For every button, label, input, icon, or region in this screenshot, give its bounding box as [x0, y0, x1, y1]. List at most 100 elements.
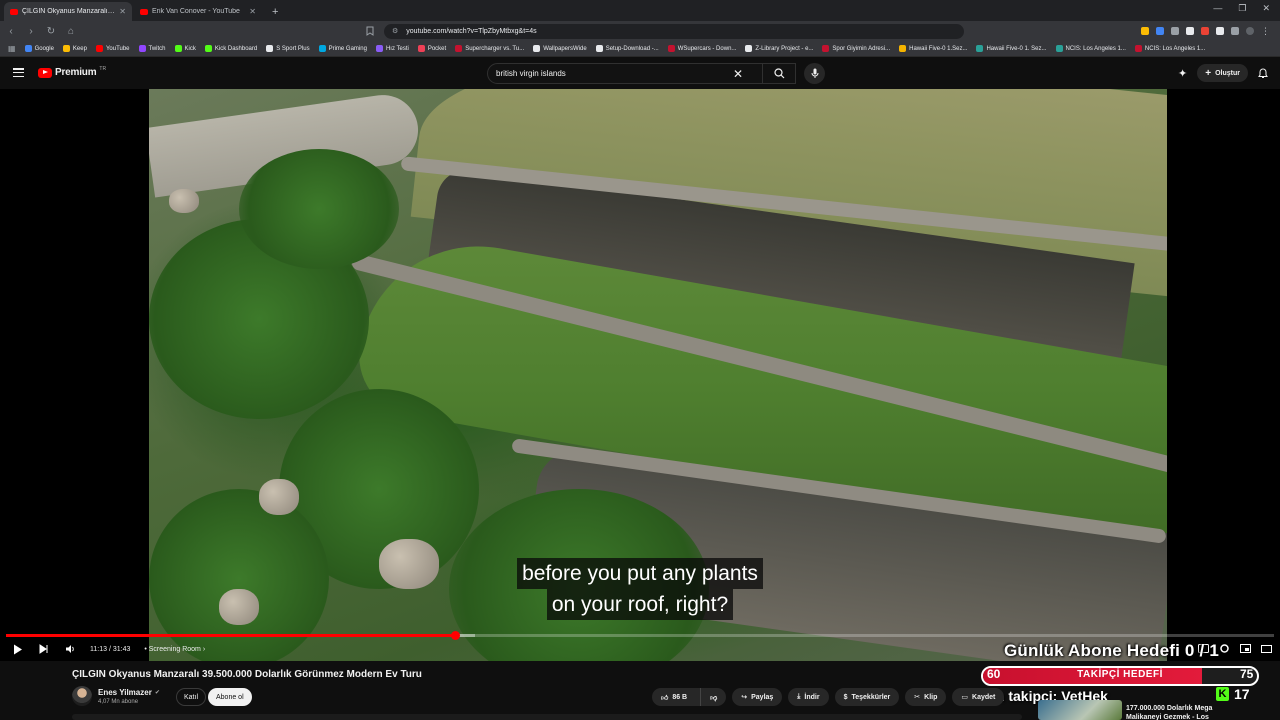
kick-count-value: 17 [1234, 686, 1250, 702]
search-input[interactable]: british virgin islands ✕ [487, 63, 796, 84]
related-video-thumbnail[interactable] [1038, 700, 1122, 720]
forward-icon[interactable]: › [26, 26, 36, 37]
reload-icon[interactable]: ↻ [46, 26, 56, 37]
like-dislike-group: 👍︎ 86 B 👎︎ [652, 688, 727, 706]
save-bookmark-icon: ▭ [961, 694, 969, 701]
apps-grid-icon[interactable]: ▦ [8, 44, 16, 53]
thumbs-up-icon: 👍︎ [661, 694, 669, 702]
join-button[interactable]: Katıl [176, 688, 207, 706]
bookmark-label: Kick [184, 45, 196, 52]
video-player[interactable]: before you put any plants on your roof, … [0, 89, 1280, 661]
extension-icon[interactable] [1201, 27, 1209, 35]
bookmark-item[interactable]: Hawaii Five-0 1. Sez... [976, 45, 1047, 52]
bookmark-favicon-icon [533, 45, 541, 52]
bookmark-item[interactable]: WSupercars - Down... [667, 45, 736, 52]
search-button[interactable] [762, 63, 796, 84]
subscriber-goal-title: Günlük Abone Hedefi 0 / 1 [1004, 641, 1220, 660]
extension-icon[interactable] [1186, 27, 1194, 35]
bookmark-icon[interactable] [366, 26, 374, 36]
kick-logo-icon: K [1216, 687, 1229, 701]
browser-toolbar: ‹ › ↻ ⌂ ⚙ youtube.com/watch?v=TlpZbyMtbx… [0, 21, 1280, 41]
new-tab-icon[interactable]: + [264, 6, 286, 21]
theater-mode-icon[interactable] [1261, 643, 1272, 654]
time-display: 11:13 / 31:43 [90, 645, 131, 653]
share-button[interactable]: ↪ Paylaş [732, 688, 783, 706]
channel-name[interactable]: Enes Yilmazer ✔ [98, 688, 160, 697]
clear-search-icon[interactable]: ✕ [733, 67, 743, 81]
browser-tab-active[interactable]: ÇILGIN Okyanus Manzaralı 39.5 ✕ [4, 2, 132, 21]
bookmark-item[interactable]: Z-Library Project - e... [745, 45, 813, 52]
bookmark-item[interactable]: Google [24, 45, 54, 52]
bookmark-item[interactable]: WallpapersWide [533, 45, 587, 52]
channel-avatar[interactable] [72, 686, 92, 706]
notifications-bell-icon[interactable] [1258, 67, 1268, 79]
tab-close-icon[interactable]: ✕ [249, 7, 256, 16]
puzzle-icon[interactable] [1231, 27, 1239, 35]
bookmark-item[interactable]: NCIS: Los Angeles 1... [1055, 45, 1126, 52]
minimize-icon[interactable]: — [1213, 3, 1222, 14]
maximize-icon[interactable]: ❐ [1238, 3, 1246, 14]
extension-icon[interactable] [1156, 27, 1164, 35]
menu-hamburger-icon[interactable] [13, 68, 24, 77]
address-bar[interactable]: ⚙ youtube.com/watch?v=TlpZbyMtbxg&t=4s [384, 23, 964, 39]
youtube-favicon-icon [10, 8, 18, 15]
related-video-title[interactable]: 177.000.000 Dolarlık Mega Malikaneyi Gez… [1126, 704, 1236, 720]
tab-close-icon[interactable]: ✕ [119, 7, 126, 16]
play-icon[interactable] [12, 643, 24, 655]
bookmark-favicon-icon [417, 45, 425, 52]
extension-icon[interactable] [1171, 27, 1179, 35]
bookmark-favicon-icon [24, 45, 32, 52]
bookmark-item[interactable]: Kick Dashboard [204, 45, 257, 52]
ai-sparkle-icon[interactable]: ✦ [1178, 67, 1187, 80]
extension-icon[interactable] [1216, 27, 1224, 35]
bookmark-item[interactable]: Supercharger vs. Tu... [455, 45, 524, 52]
profile-icon[interactable] [1246, 27, 1254, 35]
bookmark-item[interactable]: Hawaii Five-0 1.Sez... [899, 45, 967, 52]
bookmark-item[interactable]: NCIS: Los Angeles 1... [1134, 45, 1205, 52]
bookmark-item[interactable]: Prime Gaming [318, 45, 367, 52]
bookmark-item[interactable]: S Sport Plus [266, 45, 310, 52]
home-icon[interactable]: ⌂ [66, 26, 76, 37]
bookmark-favicon-icon [899, 45, 907, 52]
extension-icon[interactable] [1141, 27, 1149, 35]
bookmark-favicon-icon [138, 45, 146, 52]
create-button[interactable]: + Oluştur [1197, 64, 1248, 82]
bookmark-item[interactable]: Hız Testi [375, 45, 409, 52]
menu-dots-icon[interactable]: ⋮ [1261, 26, 1270, 37]
bookmark-item[interactable]: Twitch [138, 45, 166, 52]
save-button[interactable]: ▭ Kaydet [952, 688, 1005, 706]
bookmark-item[interactable]: Spor Giyimin Adresi... [822, 45, 890, 52]
bookmark-item[interactable]: Keep [62, 45, 87, 52]
download-button[interactable]: ⤓ İndir [788, 688, 829, 706]
download-icon: ⤓ [797, 693, 801, 700]
thanks-button[interactable]: $ Teşekkürler [834, 688, 900, 706]
voice-search-button[interactable] [804, 63, 825, 84]
bookmark-item[interactable]: Pocket [417, 45, 447, 52]
like-button[interactable]: 👍︎ 86 B [652, 688, 696, 706]
bookmark-label: WallpapersWide [543, 45, 587, 52]
clip-button[interactable]: ✂ Klip [905, 688, 947, 706]
site-info-icon[interactable]: ⚙ [392, 27, 398, 35]
youtube-premium-logo[interactable]: Premium TR [38, 66, 106, 78]
browser-tab[interactable]: Erik Van Conover - YouTube ✕ [134, 2, 262, 21]
window-controls: — ❐ ✕ [1213, 3, 1270, 14]
thanks-icon: $ [843, 693, 848, 701]
back-icon[interactable]: ‹ [6, 26, 16, 37]
miniplayer-icon[interactable] [1240, 643, 1251, 654]
search-query: british virgin islands [496, 69, 566, 78]
bookmark-label: Pocket [427, 45, 447, 52]
scissors-icon: ✂ [914, 694, 921, 701]
dislike-button[interactable]: 👎︎ [700, 688, 726, 706]
next-icon[interactable] [38, 643, 50, 655]
bookmark-item[interactable]: YouTube [95, 45, 130, 52]
subscribe-button[interactable]: Abone ol [208, 688, 252, 706]
bookmark-item[interactable]: Kick [174, 45, 196, 52]
follower-goal-target: 75 [1240, 667, 1254, 681]
video-scene-bush [239, 149, 399, 269]
chapter-title[interactable]: • Screening Room › [144, 646, 205, 653]
close-window-icon[interactable]: ✕ [1262, 3, 1270, 14]
microphone-icon [811, 68, 818, 78]
bookmark-item[interactable]: Setup-Download -... [595, 45, 659, 52]
volume-icon[interactable] [64, 643, 76, 655]
settings-gear-icon[interactable] [1219, 643, 1230, 654]
